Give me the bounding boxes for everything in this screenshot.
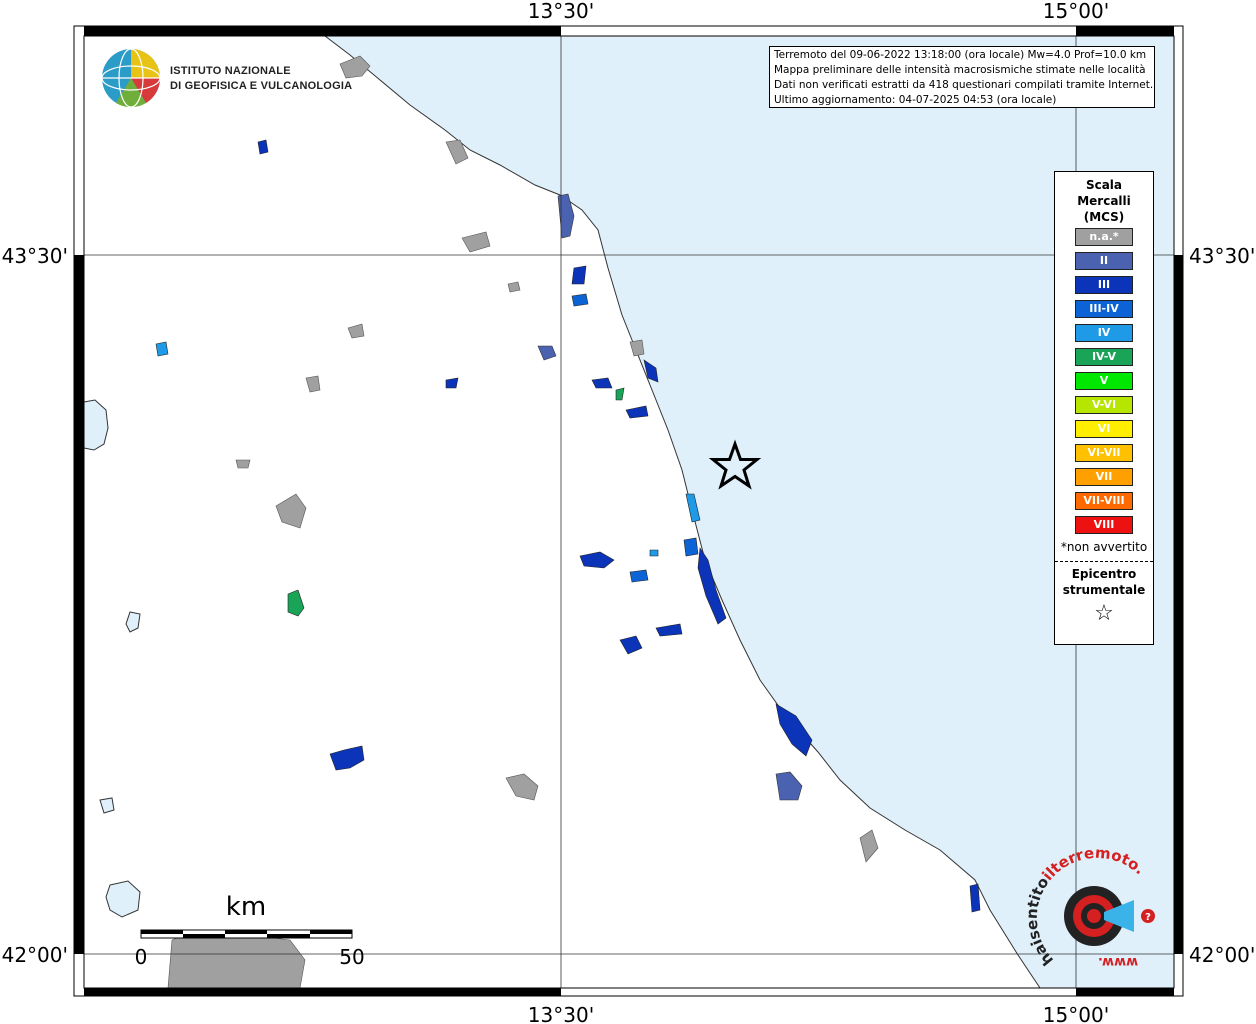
municipalities-iv (155, 341, 701, 557)
frame-right-bar (1174, 255, 1183, 954)
municipality-na (275, 493, 307, 529)
left-lat-label-2: 42°00' (2, 943, 68, 967)
top-lon-label-2: 15°00' (1043, 0, 1109, 23)
municipality-iii-iv (629, 569, 649, 583)
legend-item: VI-VII (1075, 444, 1133, 462)
municipality-iii (619, 635, 643, 655)
municipality-na (507, 281, 521, 293)
lake-tiny (99, 797, 115, 814)
municipality-na (629, 339, 645, 357)
legend-title: Scala Mercalli (MCS) (1055, 177, 1153, 225)
watermark-text3: www. (1098, 954, 1138, 969)
lake-small (125, 611, 141, 633)
legend-title-2: Mercalli (1077, 194, 1131, 208)
bottom-lon-label-1: 13°30' (528, 1003, 594, 1024)
adriatic-sea (323, 35, 1175, 989)
info-line-1: Terremoto del 09-06-2022 13:18:00 (ora l… (774, 49, 1147, 61)
municipality-iii (969, 883, 981, 913)
municipalities-iv-v (287, 387, 625, 617)
ingv-logo: ISTITUTO NAZIONALE DI GEOFISICA E VULCAN… (101, 48, 352, 108)
legend-item: VI (1075, 420, 1133, 438)
legend-item: III-IV (1075, 300, 1133, 318)
frame-bottom-bar-1 (84, 988, 561, 996)
municipality-iii (257, 139, 269, 155)
top-lon-label-1: 13°30' (528, 0, 594, 23)
legend-epicentre-2: strumentale (1062, 583, 1146, 597)
municipality-iv-v (615, 387, 625, 401)
info-line-4: Ultimo aggiornamento: 04-07-2025 04:53 (… (774, 94, 1057, 106)
legend-items: n.a.* II III III-IV IV IV-V V V-VI VI VI-VII VII VI… (1055, 228, 1153, 534)
legend-star-icon: ☆ (1094, 601, 1114, 626)
legend-separator (1055, 561, 1153, 562)
legend-item: IV-V (1075, 348, 1133, 366)
municipality-na (505, 773, 539, 801)
legend-title-3: (MCS) (1083, 210, 1125, 224)
municipality-iii-iv (571, 293, 589, 307)
municipality-iii (625, 405, 649, 419)
legend-item: n.a.* (1075, 228, 1133, 246)
municipality-ii (537, 345, 557, 361)
mcs-legend: Scala Mercalli (MCS) n.a.* II III III-IV IV I… (1054, 171, 1154, 645)
legend-item: VII (1075, 468, 1133, 486)
svg-text:?: ? (1145, 912, 1151, 923)
frame-left-bar (74, 255, 84, 954)
legend-note: *non avvertito (1060, 540, 1148, 554)
scale-label-start: 0 (135, 945, 148, 969)
frame-bottom-bar-2 (1076, 988, 1174, 996)
lake-west (83, 399, 109, 451)
legend-item: V (1075, 372, 1133, 390)
legend-epicentre-1: Epicentro (1071, 567, 1137, 581)
legend-title-1: Scala (1085, 178, 1123, 192)
municipality-ii (775, 771, 803, 801)
municipality-na (859, 829, 879, 863)
ingv-name-line1: ISTITUTO NAZIONALE (170, 65, 291, 77)
municipality-na (461, 231, 491, 253)
municipality-na (235, 459, 251, 469)
legend-item: III (1075, 276, 1133, 294)
earthquake-info-box: Terremoto del 09-06-2022 13:18:00 (ora l… (769, 46, 1155, 108)
ingv-name-line2: DI GEOFISICA E VULCANOLOGIA (170, 80, 352, 92)
legend-item: VIII (1075, 516, 1133, 534)
municipality-na (305, 375, 321, 393)
municipality-iii (445, 377, 459, 389)
info-line-3: Dati non verificati estratti da 418 ques… (774, 79, 1154, 91)
municipality-iii (655, 623, 683, 637)
municipality-iii (591, 377, 613, 389)
municipality-na (167, 929, 306, 989)
frame-top-bar-2 (1076, 26, 1174, 36)
info-line-2: Mappa preliminare delle intensità macros… (774, 64, 1146, 76)
municipality-iii (571, 265, 587, 285)
legend-item: IV (1075, 324, 1133, 342)
scale-label-end: 50 (339, 945, 364, 969)
left-lat-label-1: 43°30' (2, 244, 68, 268)
bottom-lon-label-2: 15°00' (1043, 1003, 1109, 1024)
legend-item: V-VI (1075, 396, 1133, 414)
scale-unit: km (226, 892, 266, 922)
legend-item: II (1075, 252, 1133, 270)
frame-top-bar-1 (84, 26, 561, 36)
municipality-na (347, 323, 365, 339)
legend-item: VII-VIII (1075, 492, 1133, 510)
lake-south (105, 880, 141, 918)
right-lat-label-1: 43°30' (1189, 244, 1255, 268)
municipality-iv (155, 341, 169, 357)
legend-epicentre: Epicentro strumentale (1055, 566, 1153, 598)
municipality-iii-iv (683, 537, 699, 557)
municipality-iv-v (287, 589, 305, 617)
municipality-iv (649, 549, 659, 557)
right-lat-label-2: 42°00' (1189, 943, 1255, 967)
municipality-iii (579, 551, 615, 569)
municipality-iii (329, 745, 365, 771)
